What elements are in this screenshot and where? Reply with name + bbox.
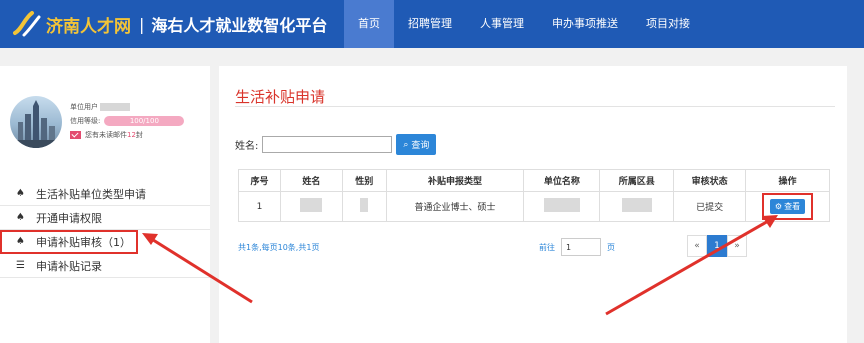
nav-recruitment[interactable]: 招聘管理 (394, 0, 466, 48)
main-nav: 首页 招聘管理 人事管理 申办事项推送 项目对接 (344, 0, 704, 48)
sidebar-item-label: 申请补贴记录 (36, 259, 102, 273)
cell-gender-redacted (341, 191, 387, 222)
name-search-input[interactable] (262, 136, 393, 153)
table-header-row: 序号 姓名 性别 补贴申报类型 单位名称 所属区县 审核状态 操作 (238, 169, 830, 192)
cell-status: 已提交 (673, 191, 747, 222)
site-logo[interactable]: 济南人才网 | 海右人才就业数智化平台 (12, 8, 327, 40)
home-icon: ♠ (16, 236, 25, 247)
home-icon: ♠ (16, 188, 25, 199)
col-index: 序号 (238, 169, 281, 192)
sidebar-item-unit-type-apply[interactable]: ♠ 生活补贴单位类型申请 (0, 182, 210, 206)
view-button-highlight: ⚙ 查看 (761, 193, 814, 220)
sidebar-item-label: 开通申请权限 (36, 211, 102, 225)
subsidy-table: 序号 姓名 性别 补贴申报类型 单位名称 所属区县 审核状态 操作 1 普通企业… (238, 169, 830, 222)
gear-icon: ⚙ (774, 202, 783, 211)
sidebar-item-label: 申请补贴审核（1） (36, 235, 131, 249)
view-button[interactable]: ⚙ 查看 (769, 199, 806, 214)
sidebar-item-subsidy-records[interactable]: ☰ 申请补贴记录 (0, 254, 210, 278)
logo-title: 济南人才网 (46, 16, 131, 37)
search-button[interactable]: ⌕ 查询 (396, 134, 437, 155)
cell-unit-redacted (523, 191, 601, 222)
cell-subsidy-type: 普通企业博士、硕士 (385, 191, 525, 222)
home-icon: ♠ (16, 212, 25, 223)
goto-prefix: 前往 (539, 242, 555, 252)
sidebar-item-subsidy-review[interactable]: ♠ 申请补贴审核（1） (0, 230, 138, 254)
next-page-button[interactable]: » (727, 235, 747, 257)
account-label: 单位用户 (70, 103, 98, 111)
pagination-summary: 共1条,每页10条,共1页 (238, 243, 320, 252)
nav-home[interactable]: 首页 (344, 0, 394, 48)
logo-swoosh-icon (13, 11, 41, 37)
mail-suffix: 封 (135, 131, 143, 139)
account-name-redacted (100, 103, 130, 111)
left-panel: 单位用户 信用等级: 100/100 您有未读邮件 12 封 ♠ 生活补贴单位类… (0, 66, 210, 343)
page-title: 生活补贴申请 (235, 88, 326, 106)
logo-separator: | (139, 14, 145, 34)
sidebar-menu: ♠ 生活补贴单位类型申请 ♠ 开通申请权限 ♠ 申请补贴审核（1） ☰ 申请补贴… (0, 182, 210, 278)
col-name: 姓名 (279, 169, 343, 192)
goto-suffix: 页 (607, 242, 615, 252)
col-status: 审核状态 (673, 169, 747, 192)
pagination: « 1 » (687, 235, 747, 257)
col-district: 所属区县 (599, 169, 675, 192)
credit-progress-bar: 100/100 (104, 116, 185, 126)
avatar (10, 96, 62, 148)
platform-name: 海右人才就业数智化平台 (151, 16, 328, 35)
nav-project-matching[interactable]: 项目对接 (632, 0, 704, 48)
page: 济南人才网 | 海右人才就业数智化平台 首页 招聘管理 人事管理 申办事项推送 … (0, 0, 864, 343)
sidebar-item-label: 生活补贴单位类型申请 (36, 187, 146, 201)
nav-hr[interactable]: 人事管理 (466, 0, 538, 48)
top-header: 济南人才网 | 海右人才就业数智化平台 首页 招聘管理 人事管理 申办事项推送 … (0, 0, 864, 48)
credit-line: 信用等级: 100/100 (70, 114, 185, 128)
cell-actions: ⚙ 查看 (745, 191, 830, 222)
search-button-label: 查询 (411, 141, 430, 151)
mail-count: 12 (127, 131, 136, 139)
col-unit-name: 单位名称 (523, 169, 601, 192)
user-info: 单位用户 信用等级: 100/100 您有未读邮件 12 封 (70, 100, 185, 142)
mail-line[interactable]: 您有未读邮件 12 封 (70, 128, 184, 142)
table-row: 1 普通企业博士、硕士 已提交 ⚙ 查看 (238, 191, 830, 222)
list-icon: ☰ (16, 260, 25, 271)
cell-district-redacted (599, 191, 675, 222)
city-skyline-image (10, 100, 62, 148)
col-actions: 操作 (745, 169, 830, 192)
nav-service-push[interactable]: 申办事项推送 (538, 0, 632, 48)
search-bar: 姓名: ⌕ 查询 (235, 134, 437, 155)
credit-label: 信用等级: (70, 117, 101, 125)
account-line: 单位用户 (70, 100, 184, 114)
col-subsidy-type: 补贴申报类型 (385, 169, 525, 192)
mail-prefix: 您有未读邮件 (85, 131, 127, 139)
page-1-button[interactable]: 1 (707, 235, 727, 257)
goto-page: 前往 1 页 (539, 238, 615, 256)
prev-page-button[interactable]: « (687, 235, 707, 257)
cell-name-redacted (279, 191, 343, 222)
search-label: 姓名: (235, 141, 259, 152)
goto-page-input[interactable]: 1 (561, 238, 601, 256)
mail-icon (70, 131, 81, 139)
cell-index: 1 (238, 191, 281, 222)
main-content: 生活补贴申请 姓名: ⌕ 查询 序号 姓名 性别 补贴申报类型 单位名称 所属区… (219, 66, 847, 343)
view-button-label: 查看 (784, 202, 801, 211)
title-divider (235, 106, 835, 107)
search-icon: ⌕ (403, 139, 409, 150)
sidebar-item-open-permission[interactable]: ♠ 开通申请权限 (0, 206, 210, 230)
col-gender: 性别 (341, 169, 387, 192)
